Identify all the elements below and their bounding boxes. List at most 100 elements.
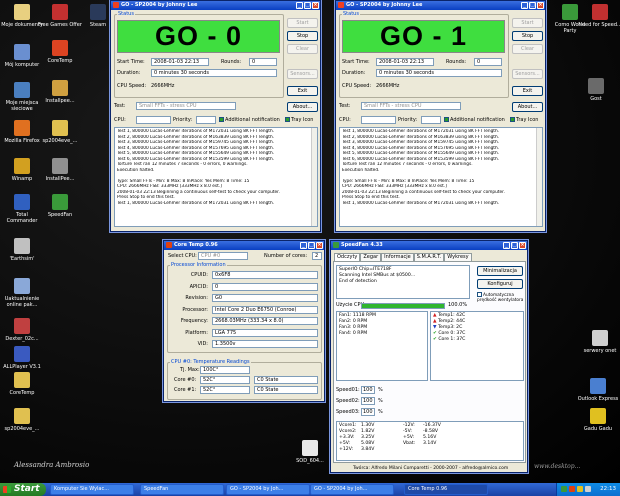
sensors-button[interactable]: Sensors... (287, 69, 318, 79)
about-button[interactable]: About... (512, 102, 543, 112)
about-button[interactable]: About... (287, 102, 318, 112)
cpu-select[interactable] (136, 116, 171, 124)
desktop-icon[interactable]: CoreTemp (0, 372, 44, 396)
minimize-icon[interactable]: _ (503, 242, 510, 249)
clear-button[interactable]: Clear (512, 44, 543, 54)
sp2004-window-right[interactable]: GO - SP2004 by Johnny Lee _ □ × Status G… (335, 0, 546, 232)
configure-button[interactable]: Konfiguruj (477, 279, 523, 289)
tray-icon-checkbox[interactable]: Tray Icon (510, 117, 538, 124)
stop-button[interactable]: Stop (287, 31, 318, 41)
desktop-icon[interactable]: 'Earthsim' (0, 238, 44, 262)
close-icon[interactable]: × (312, 2, 319, 9)
taskbar-item[interactable]: Komputer Sie Wylac... (50, 484, 134, 495)
taskbar-item[interactable]: SpeedFan (140, 484, 224, 495)
speed-stepper[interactable]: 100 (361, 386, 375, 394)
desktop-icon[interactable]: Outlook Express (576, 378, 620, 402)
title-bar[interactable]: GO - SP2004 by Johnny Lee _ □ × (111, 1, 320, 10)
folder-coretemp-icon (14, 372, 30, 388)
select-cpu-dropdown[interactable]: CPU #0 (198, 252, 248, 260)
window-title: GO - SP2004 by Johnny Lee (121, 2, 198, 8)
test-select[interactable]: Small FFTs - stress CPU (361, 102, 461, 110)
desktop-icon-label: Need for Speed... (578, 22, 620, 28)
taskbar-item[interactable]: GO - SP2004 by Joh... (310, 484, 394, 495)
speedfan-window[interactable]: SpeedFan 4.33 _ □ × Odczyty Zegar Informac… (330, 240, 528, 473)
clear-button[interactable]: Clear (287, 44, 318, 54)
maximize-icon[interactable]: □ (304, 2, 311, 9)
cpu-select[interactable] (361, 116, 396, 124)
speed-stepper[interactable]: 100 (361, 408, 375, 416)
taskbar-item[interactable]: Core Temp 0.96 (404, 484, 488, 495)
total-commander-icon (14, 194, 30, 210)
sp2004-window-left[interactable]: GO - SP2004 by Johnny Lee _ □ × Status G… (110, 0, 321, 232)
close-icon[interactable]: × (519, 242, 526, 249)
core-temp-label: Core #0: (174, 377, 197, 383)
desktop-icon[interactable]: Installpee... (38, 80, 82, 104)
desktop-icon[interactable]: ALLPlayer V3.1 (0, 346, 44, 370)
start-button[interactable]: Start (287, 18, 318, 28)
messages-box[interactable]: SuperIO Chip=ITE718F Scanning Intel SMBus… (336, 265, 470, 299)
title-bar[interactable]: SpeedFan 4.33 _ □ × (331, 241, 527, 250)
tab-zegar[interactable]: Zegar (360, 253, 382, 261)
exit-button[interactable]: Exit (287, 86, 318, 96)
log-scrollbar[interactable] (311, 128, 317, 226)
taskbar-item[interactable]: GO - SP2004 by Joh... (226, 484, 310, 495)
log-output[interactable]: Test 1, 800000 Lucas-Lehmer iterations o… (339, 127, 543, 227)
desktop-icon-label: Steam (89, 22, 107, 28)
priority-select[interactable] (196, 116, 216, 124)
minimize-icon[interactable]: _ (300, 242, 307, 249)
desktop-icon[interactable]: Uaktualnienie online pak... (0, 278, 44, 308)
auto-fan-speed-checkbox[interactable]: Automatyczna prędkość wentylatora (477, 292, 525, 303)
desktop-icon-label: Moje dokumenty (1, 22, 43, 28)
maximize-icon[interactable]: □ (308, 242, 315, 249)
coretemp-window[interactable]: Core Temp 0.96 _ □ × Select CPU: CPU #0 … (163, 240, 325, 402)
desktop-icon[interactable]: Dexter_02c... (0, 318, 44, 342)
desktop-icon[interactable]: Gost (574, 78, 618, 102)
minimize-icon[interactable]: _ (521, 2, 528, 9)
minimize-icon[interactable]: _ (296, 2, 303, 9)
desktop-icon[interactable]: sp2004eve_... (0, 408, 44, 432)
tab-informacje[interactable]: Informacje (381, 253, 414, 261)
sensors-button[interactable]: Sensors... (512, 69, 543, 79)
additional-notification-checkbox[interactable]: Additional notification (444, 117, 505, 124)
desktop-file-label: SOD_604... (296, 458, 324, 464)
desktop-icon[interactable]: SpeedFan (38, 194, 82, 218)
desktop-icon[interactable]: Gadu Gadu (576, 408, 620, 432)
tab-wykresy[interactable]: Wykresy (444, 253, 472, 261)
title-bar[interactable]: GO - SP2004 by Johnny Lee _ □ × (336, 1, 545, 10)
tray-icon-checkbox[interactable]: Tray Icon (285, 117, 313, 124)
speed-stepper[interactable]: 100 (361, 397, 375, 405)
processor-info-label: Frequency: (180, 318, 208, 324)
title-bar[interactable]: Core Temp 0.96 _ □ × (164, 241, 324, 250)
stop-button[interactable]: Stop (512, 31, 543, 41)
minimize-button[interactable]: Minimalizacja (477, 266, 523, 276)
desktop-icon[interactable]: InstallPee... (38, 158, 82, 182)
desktop-file-icon[interactable]: SOD_604... (288, 440, 332, 464)
log-scrollbar[interactable] (536, 128, 542, 226)
tray-icon-2[interactable] (569, 486, 575, 492)
desktop-icon[interactable]: sp2004eve_... (38, 120, 82, 144)
desktop-icon[interactable]: Need for Speed... (578, 4, 620, 28)
start-button[interactable]: Start (512, 18, 543, 28)
priority-select[interactable] (421, 116, 441, 124)
tray-icon-4[interactable] (585, 486, 591, 492)
checkbox-icon (477, 292, 482, 297)
start-button[interactable]: Start (0, 483, 46, 496)
desktop-icon[interactable]: CoreTemp (38, 40, 82, 64)
desktop-icon[interactable]: serwery onet (578, 330, 620, 354)
close-icon[interactable]: × (316, 242, 323, 249)
tray-icon-3[interactable] (577, 486, 583, 492)
close-icon[interactable]: × (537, 2, 544, 9)
start-time-field: 2008-01-03 22:13 (151, 58, 209, 66)
desktop-icon-label: Gost (590, 96, 602, 102)
maximize-icon[interactable]: □ (511, 242, 518, 249)
maximize-icon[interactable]: □ (529, 2, 536, 9)
additional-notification-checkbox[interactable]: Additional notification (219, 117, 280, 124)
speed-label: Speed01: (336, 387, 360, 393)
exit-button[interactable]: Exit (512, 86, 543, 96)
log-output[interactable]: Test 1, 800000 Lucas-Lehmer iterations o… (114, 127, 318, 227)
test-select[interactable]: Small FFTs - stress CPU (136, 102, 236, 110)
tab-s-m-a-r-t-[interactable]: S.M.A.R.T. (413, 253, 445, 261)
tray-icon-1[interactable] (561, 486, 567, 492)
app-icon (166, 242, 172, 248)
clock[interactable]: 22:13 (600, 483, 616, 496)
